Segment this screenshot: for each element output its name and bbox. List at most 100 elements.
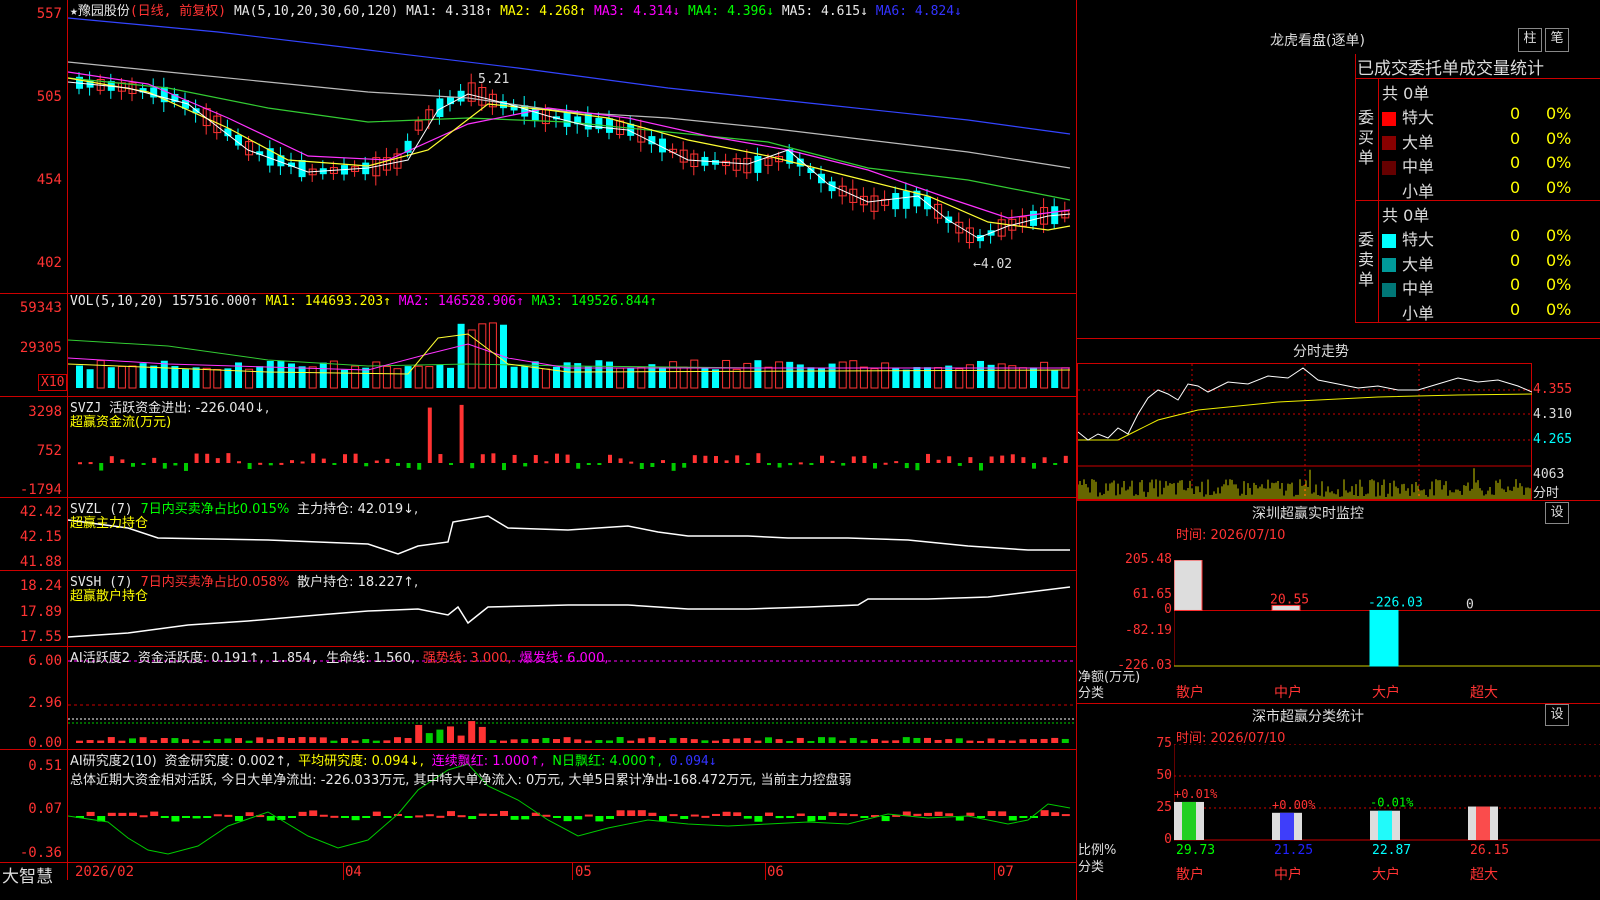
volume-bar (425, 366, 434, 389)
flow-bar (692, 455, 697, 463)
volume-bar (277, 360, 285, 388)
intraday-ytick: 4.310 (1533, 407, 1573, 422)
y-tick: 505 (36, 89, 62, 105)
dragon-row: 中单 0 0% (1382, 153, 1600, 176)
activity-bar (341, 738, 348, 743)
candle-body (1030, 210, 1037, 226)
row-name: 中单 (1402, 279, 1435, 298)
tick-mode-button[interactable]: 笔 (1545, 28, 1569, 52)
legend-swatch (1382, 136, 1396, 150)
flow-bar (109, 456, 114, 463)
research-bar (447, 811, 455, 816)
monitor-settings-button[interactable]: 设 (1545, 502, 1569, 524)
research-bar (786, 816, 795, 818)
research-bar (828, 812, 837, 816)
activity-bar (690, 739, 698, 743)
research-bar (160, 816, 169, 818)
ai1-legend: AI活跃度2 资金活跃度: 0.191↑, 1.854, 生命线: 1.560,… (70, 647, 609, 666)
flow-bar (745, 463, 750, 465)
divider (1076, 703, 1600, 704)
activity-bar (404, 738, 412, 743)
classify-ytick: 25 (1156, 800, 1172, 815)
activity-bar (192, 740, 200, 743)
ai1-a: 资金活跃度: 0.191↑, (137, 651, 264, 666)
dragon-row: 小单 0 0% (1382, 177, 1600, 201)
bar-mode-button[interactable]: 柱 (1518, 28, 1542, 52)
row-pct: 0% (1546, 153, 1572, 172)
research-bar (309, 810, 318, 816)
research-bar (288, 816, 296, 818)
flow-bar (162, 463, 167, 469)
activity-bar (182, 739, 189, 743)
activity-bar (521, 739, 529, 743)
flow-bar (332, 463, 337, 465)
research-bar (436, 815, 445, 818)
x-tick-mark (765, 862, 766, 880)
flow-bar (650, 463, 655, 467)
row-pct: 0% (1546, 275, 1572, 294)
activity-bar (1019, 739, 1027, 743)
research-bar (743, 816, 752, 819)
y-tick: 6.00 (28, 653, 62, 669)
flow-bar (88, 462, 93, 465)
research-bar (733, 812, 742, 816)
ai2-name: AI研究度2(10) (70, 754, 157, 769)
flow-bar (809, 463, 814, 465)
monitor-ytick: -82.19 (1125, 622, 1172, 638)
flow-bar (215, 458, 220, 463)
ma-spec: MA(5,10,20,30,60,120) (233, 4, 399, 19)
activity-bar (97, 740, 105, 743)
research-bar (319, 814, 328, 817)
monitor-bar-label: 205.48 (1174, 560, 1219, 562)
legend-swatch (1382, 282, 1396, 297)
volume-bar (764, 366, 773, 389)
flow-bar (78, 462, 82, 465)
activity-bar (659, 740, 666, 743)
research-bar (118, 812, 127, 816)
volume-bar (977, 360, 984, 388)
research-bar (478, 813, 487, 816)
vol-ma3: MA3: 149526.844↑ (531, 294, 658, 309)
research-bar (818, 816, 826, 820)
activity-bar (945, 739, 953, 743)
volume-bar (743, 362, 752, 389)
research-bar (606, 816, 614, 819)
research-bar (574, 816, 583, 820)
research-bar (701, 815, 710, 818)
y-tick: 41.88 (19, 554, 62, 570)
flow-bar (989, 456, 994, 463)
research-bar (192, 816, 201, 819)
research-bar (913, 813, 922, 816)
research-bar (754, 816, 763, 822)
row-value: 0 (1510, 128, 1521, 148)
flow-bar (661, 460, 665, 463)
flow-bar (237, 461, 241, 464)
research-bar (372, 811, 381, 816)
flow-bar (173, 463, 178, 466)
research-bar (235, 816, 243, 822)
dragon-row: 特大 0 0% (1382, 104, 1600, 127)
activity-bar (553, 739, 560, 743)
activity-bar (563, 737, 571, 743)
research-bar (775, 816, 784, 819)
row-value: 0 (1510, 177, 1521, 197)
activity-bar (383, 740, 391, 743)
flow-bar (406, 463, 411, 468)
dragon-subtitle: 已成交委托单成交量统计 (1357, 59, 1544, 79)
volume-bar (510, 366, 518, 388)
divider (1076, 338, 1600, 339)
svzl-sub: 超赢主力持仓 (70, 516, 149, 531)
candle-body (902, 190, 910, 209)
activity-bar (468, 721, 476, 743)
flow-bar (979, 463, 983, 471)
volume-bar (256, 366, 264, 388)
flow-bar (321, 458, 326, 463)
y-tick: 3298 (28, 404, 62, 420)
volume-bar (669, 361, 678, 389)
candlestick-chart[interactable]: 5.21 ←4.02 (68, 0, 1076, 293)
flow-bar (883, 462, 888, 465)
activity-bar (754, 740, 762, 743)
activity-bar (256, 737, 264, 743)
classify-settings-button[interactable]: 设 (1545, 704, 1569, 726)
intraday-chart[interactable] (1078, 364, 1532, 499)
